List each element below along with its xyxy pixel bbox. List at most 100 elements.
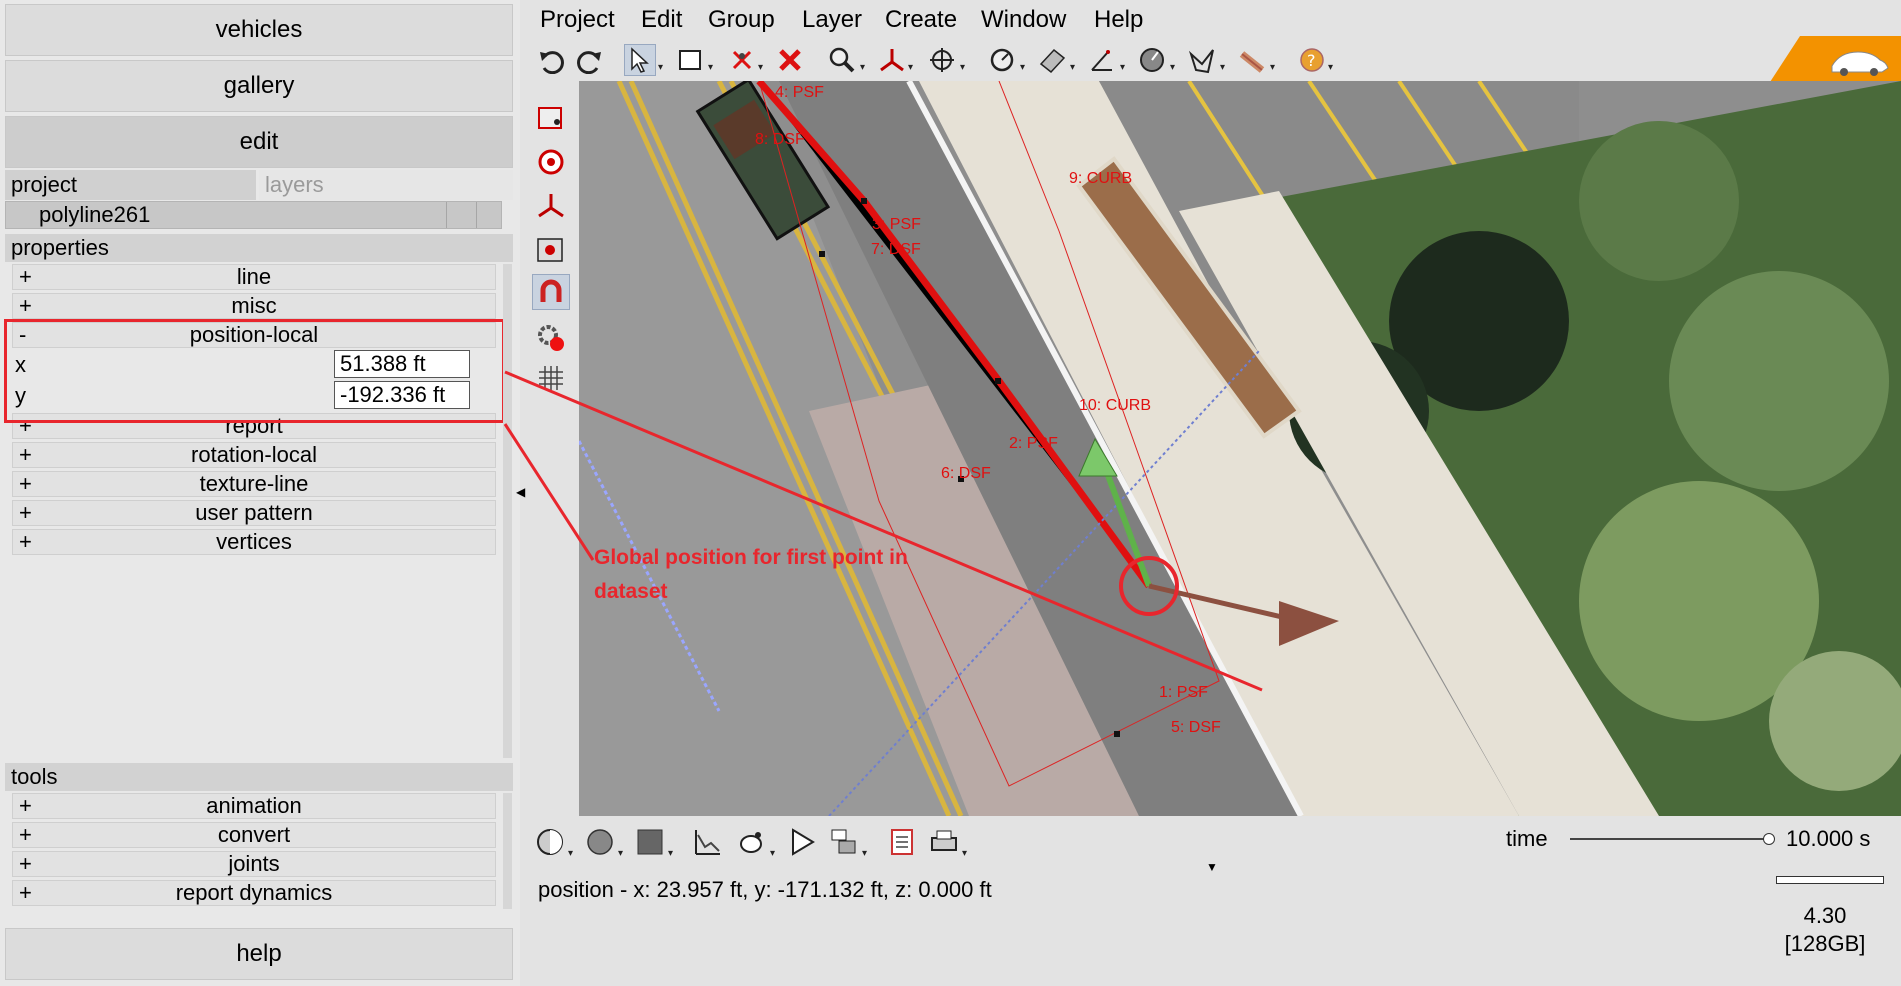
vertex-label: 10: CURB: [1079, 397, 1151, 414]
collapse-panel-icon[interactable]: ◀: [516, 485, 525, 499]
time-slider[interactable]: [1570, 838, 1770, 840]
group-texture-line[interactable]: + texture-line: [12, 471, 496, 497]
properties-scrollbar[interactable]: [503, 264, 512, 758]
edit-button[interactable]: edit: [5, 116, 513, 168]
delete-icon[interactable]: [774, 44, 806, 76]
group-label: texture-line: [199, 471, 309, 496]
axis-tool-icon[interactable]: [532, 188, 570, 224]
target-icon[interactable]: [532, 144, 570, 180]
version-info: 4.30 [128GB]: [1760, 902, 1890, 958]
report-icon[interactable]: [886, 826, 918, 858]
angle-icon[interactable]: [1086, 44, 1118, 76]
dropdown-arrow-icon[interactable]: ▾: [1120, 62, 1125, 73]
gauge-icon[interactable]: [1136, 44, 1168, 76]
dropdown-arrow-icon[interactable]: ▾: [1170, 62, 1175, 73]
tab-layers[interactable]: layers: [259, 170, 513, 200]
group-vertices[interactable]: + vertices: [12, 529, 496, 555]
dropdown-arrow-icon[interactable]: ▾: [1070, 62, 1075, 73]
dropdown-arrow-icon[interactable]: ▾: [1020, 62, 1025, 73]
group-line[interactable]: + line: [12, 264, 496, 290]
gallery-button[interactable]: gallery: [5, 60, 513, 112]
time-slider-handle[interactable]: [1763, 833, 1775, 845]
dropdown-arrow-icon[interactable]: ▾: [862, 848, 867, 859]
dropdown-arrow-icon[interactable]: ▾: [708, 62, 713, 73]
tab-project[interactable]: project: [5, 170, 256, 200]
gear-icon[interactable]: [532, 320, 570, 356]
dropdown-arrow-icon[interactable]: ▾: [618, 848, 623, 859]
dropdown-arrow-icon[interactable]: ▾: [960, 62, 965, 73]
vehicles-button[interactable]: vehicles: [5, 4, 513, 56]
rectangle-select-icon[interactable]: [674, 44, 706, 76]
print-icon[interactable]: [928, 826, 960, 858]
axis-icon[interactable]: [876, 44, 908, 76]
camera-icon[interactable]: [736, 826, 768, 858]
panel-tabs: project layers: [5, 170, 513, 200]
menu-group[interactable]: Group: [708, 6, 775, 34]
undo-icon[interactable]: [535, 44, 567, 76]
time-value: 10.000 s: [1786, 826, 1871, 851]
group-misc[interactable]: + misc: [12, 293, 496, 319]
play-icon[interactable]: [786, 826, 818, 858]
select-arrow-icon[interactable]: [624, 44, 656, 76]
menu-window[interactable]: Window: [981, 6, 1066, 34]
menu-layer[interactable]: Layer: [802, 6, 862, 34]
graph-icon[interactable]: [692, 826, 724, 858]
group-label: animation: [206, 793, 302, 818]
dropdown-arrow-icon[interactable]: ▾: [668, 848, 673, 859]
dropdown-arrow-icon[interactable]: ▾: [1270, 62, 1275, 73]
3d-viewport[interactable]: 4: PSF 8: DSF 3: PSF 7: DSF 9: CURB 10: …: [579, 81, 1901, 816]
menu-help[interactable]: Help: [1094, 6, 1143, 34]
version-number: 4.30: [1803, 903, 1847, 928]
color-square-icon[interactable]: [634, 826, 666, 858]
dropdown-arrow-icon[interactable]: ▾: [770, 848, 775, 859]
zoom-icon[interactable]: [826, 44, 858, 76]
delete-vertex-icon[interactable]: [726, 44, 758, 76]
group-label: line: [236, 264, 272, 289]
group-user-pattern[interactable]: + user pattern: [12, 500, 496, 526]
status-dropdown-icon[interactable]: ▼: [1206, 860, 1218, 874]
dropdown-arrow-icon[interactable]: ▾: [860, 62, 865, 73]
dropdown-arrow-icon[interactable]: ▾: [1328, 62, 1333, 73]
vertex-label: 5: DSF: [1171, 719, 1221, 736]
selected-object-label: polyline261: [39, 202, 151, 227]
measure-icon[interactable]: [986, 44, 1018, 76]
tool-report-dynamics[interactable]: + report dynamics: [12, 880, 496, 906]
menu-project[interactable]: Project: [540, 6, 615, 34]
tool-convert[interactable]: + convert: [12, 822, 496, 848]
pencil-icon[interactable]: [1236, 44, 1268, 76]
help-icon[interactable]: ?: [1296, 44, 1328, 76]
dropdown-arrow-icon[interactable]: ▾: [1220, 62, 1225, 73]
draw-vertex-icon[interactable]: [532, 100, 570, 136]
move-icon[interactable]: [926, 44, 958, 76]
vertex-label: 1: PSF: [1159, 684, 1208, 701]
memory-bar: [1776, 876, 1884, 884]
tool-joints[interactable]: + joints: [12, 851, 496, 877]
dropdown-arrow-icon[interactable]: ▾: [758, 62, 763, 73]
frames-icon[interactable]: [828, 826, 860, 858]
object-row-divider: [446, 202, 447, 228]
redo-icon[interactable]: [574, 44, 606, 76]
position-status: position - x: 23.957 ft, y: -171.132 ft,…: [538, 877, 992, 902]
vertex-label: 8: DSF: [755, 131, 805, 148]
material-sphere-icon[interactable]: [584, 826, 616, 858]
magnet-icon[interactable]: [532, 274, 570, 310]
dropdown-arrow-icon[interactable]: ▾: [658, 62, 663, 73]
image-tool-icon[interactable]: [532, 232, 570, 268]
surface-icon[interactable]: [1036, 44, 1068, 76]
vertex-label: 3: PSF: [872, 216, 921, 233]
dropdown-arrow-icon[interactable]: ▾: [962, 848, 967, 859]
svg-text:?: ?: [1307, 51, 1316, 70]
tool-animation[interactable]: + animation: [12, 793, 496, 819]
selected-object-row[interactable]: polyline261: [5, 201, 502, 229]
dropdown-arrow-icon[interactable]: ▾: [908, 62, 913, 73]
tools-scrollbar[interactable]: [503, 793, 512, 909]
dropdown-arrow-icon[interactable]: ▾: [568, 848, 573, 859]
menu-edit[interactable]: Edit: [641, 6, 682, 34]
group-rotation-local[interactable]: + rotation-local: [12, 442, 496, 468]
polygon-icon[interactable]: [1186, 44, 1218, 76]
help-button[interactable]: help: [5, 928, 513, 980]
menu-create[interactable]: Create: [885, 6, 957, 34]
vertex-label: 4: PSF: [775, 84, 824, 101]
grid-icon[interactable]: [532, 360, 570, 396]
shading-icon[interactable]: [534, 826, 566, 858]
